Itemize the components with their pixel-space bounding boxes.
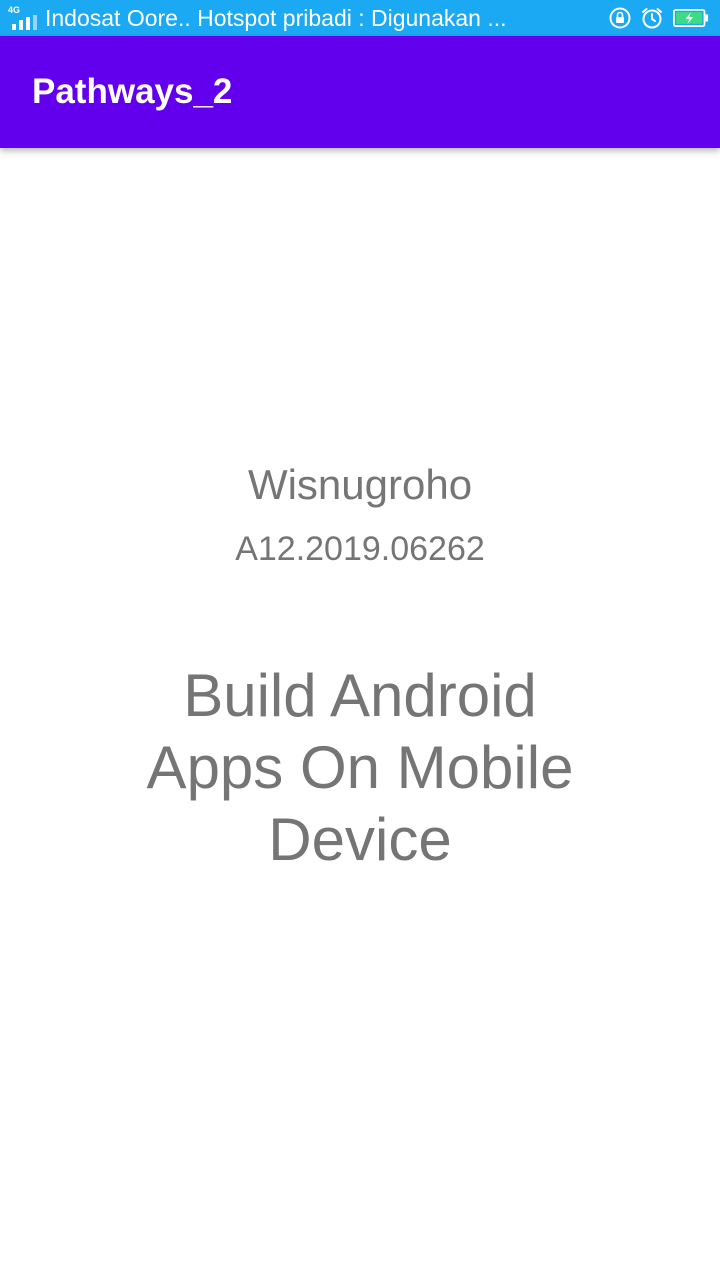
main-content: Wisnugroho A12.2019.06262 Build Android … [0, 148, 720, 1280]
battery-charging-icon [673, 9, 709, 27]
status-bar: 4G Indosat Oore.. Hotspot pribadi : Digu… [0, 0, 720, 36]
tagline-text: Build Android Apps On Mobile Device [146, 662, 574, 873]
alarm-icon [642, 8, 662, 29]
signal-icon: 4G [8, 6, 38, 30]
app-title: Pathways_2 [32, 72, 233, 111]
notification-text: Indosat Oore.. Hotspot pribadi : Digunak… [45, 5, 507, 31]
name-text: Wisnugroho [247, 461, 473, 508]
rotation-lock-icon [609, 7, 631, 29]
status-icons [608, 6, 710, 30]
network-type-label: 4G [8, 5, 21, 15]
student-id-text: A12.2019.06262 [235, 530, 485, 568]
